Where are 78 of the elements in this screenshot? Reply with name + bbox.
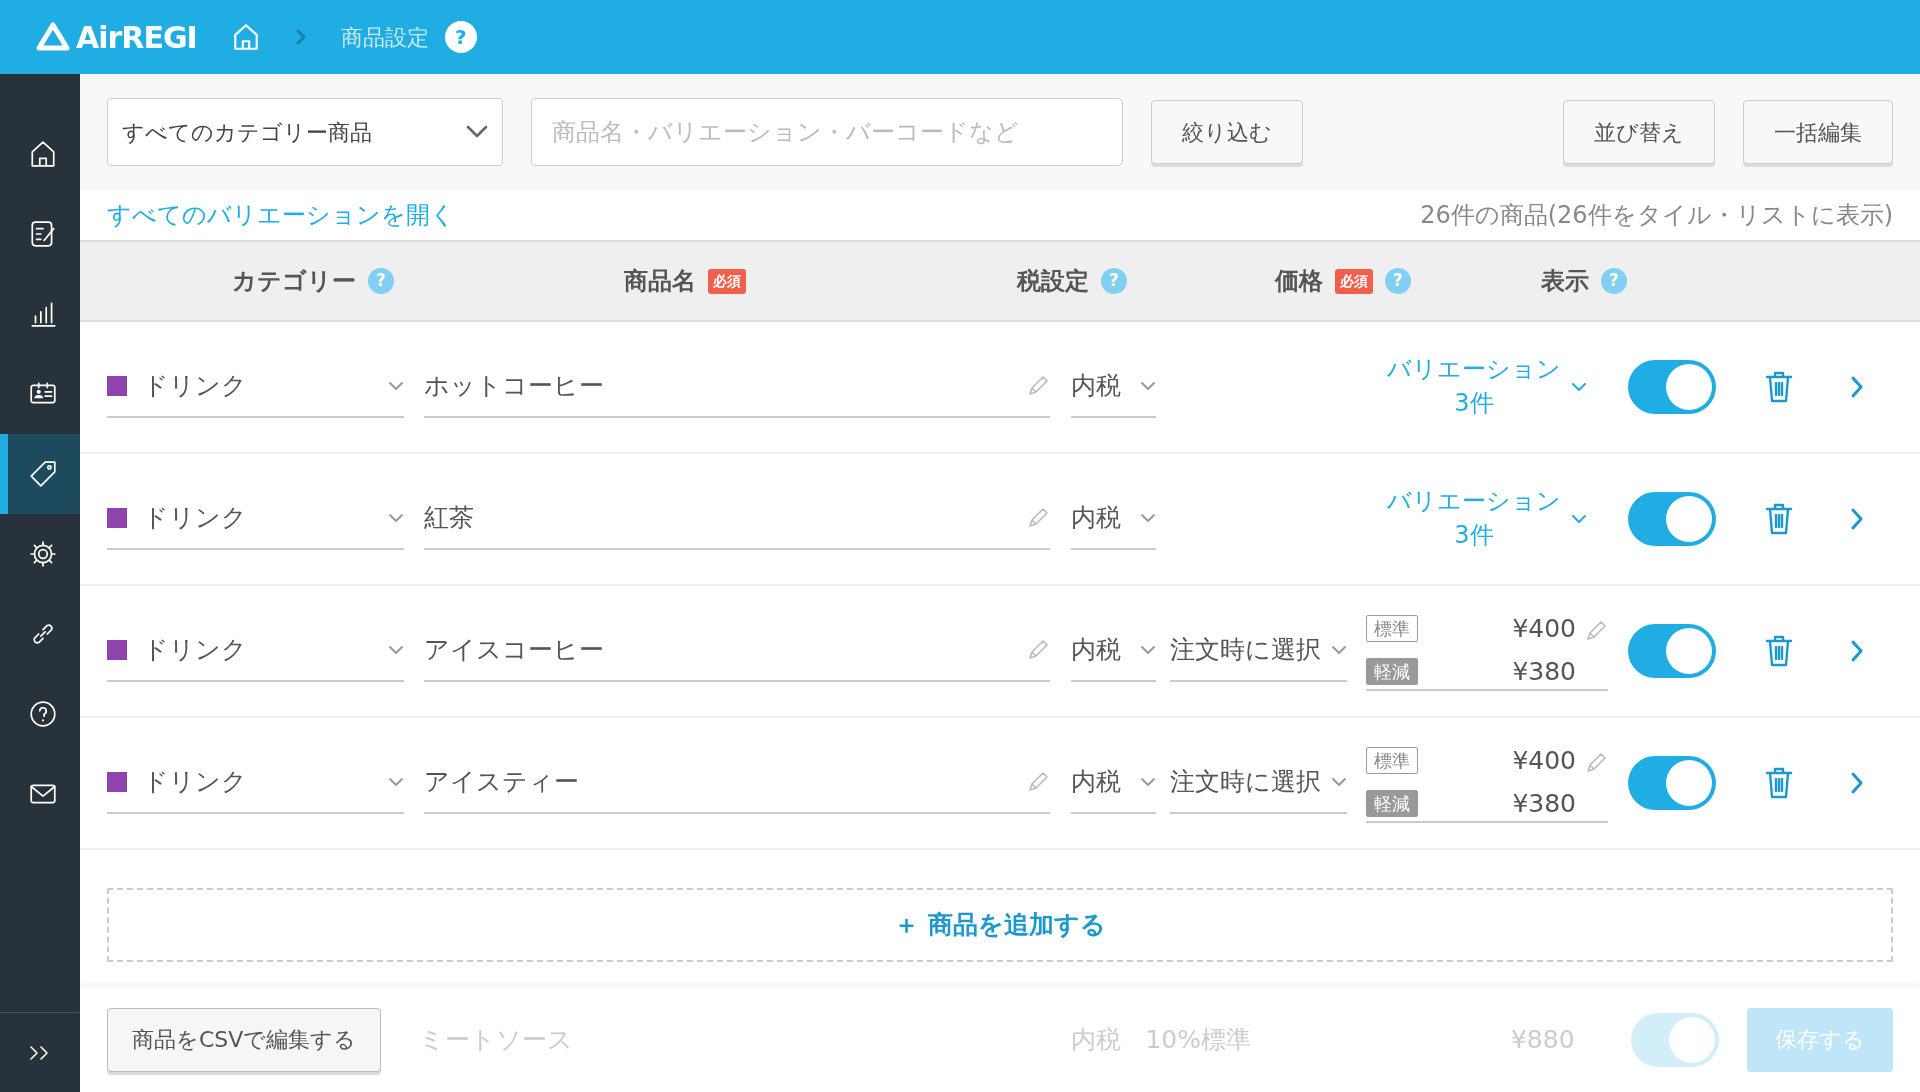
chevron-down-icon[interactable] — [1140, 513, 1156, 523]
chevron-down-icon[interactable] — [1140, 777, 1156, 787]
pencil-icon[interactable] — [1584, 619, 1608, 643]
chevron-right-icon[interactable] — [1850, 375, 1864, 399]
price-value[interactable]: ¥400 — [1428, 609, 1576, 647]
column-header: 税設定 — [1017, 266, 1089, 297]
breadcrumb-current: 商品設定 — [340, 23, 429, 52]
pencil-icon[interactable] — [1026, 506, 1050, 530]
column-header: 商品名 — [624, 266, 696, 297]
tax-badge: 標準 — [1366, 614, 1418, 642]
chevron-right-icon — [294, 28, 307, 46]
filter-button[interactable]: 絞り込む — [1151, 100, 1303, 164]
chevron-down-icon[interactable] — [1140, 645, 1156, 655]
sort-button[interactable]: 並び替え — [1563, 100, 1715, 164]
product-name[interactable]: ホットコーヒー — [424, 367, 604, 405]
tax-value[interactable]: 内税 — [1071, 367, 1121, 405]
csv-edit-button[interactable]: 商品をCSVで編集する — [107, 1007, 382, 1072]
price-value[interactable]: ¥400 — [1428, 741, 1576, 779]
column-header: 表示 — [1541, 266, 1589, 297]
category-select[interactable]: すべてのカテゴリー商品 — [107, 98, 503, 166]
column-header: 価格 — [1275, 266, 1323, 297]
toggle-switch[interactable] — [1628, 756, 1716, 810]
chevron-down-icon[interactable] — [1331, 645, 1347, 655]
toggle-switch[interactable] — [1628, 492, 1716, 546]
logo-triangle-icon — [36, 22, 70, 52]
gear-icon — [28, 539, 58, 569]
sidebar-item[interactable] — [0, 434, 80, 514]
category-value[interactable]: ドリンク — [143, 763, 247, 801]
chevron-right-icon[interactable] — [1850, 507, 1864, 531]
bulk-edit-button[interactable]: 一括編集 — [1743, 100, 1893, 164]
tax-badge: 軽減 — [1366, 658, 1418, 686]
chevron-down-icon[interactable] — [388, 645, 404, 655]
chevron-down-icon[interactable] — [1331, 777, 1347, 787]
chevron-right-icon[interactable] — [1850, 771, 1864, 795]
checklist-icon — [28, 219, 58, 249]
tax-value[interactable]: 内税 — [1071, 631, 1121, 669]
chevron-down-icon — [466, 125, 488, 139]
tag-icon — [28, 459, 58, 489]
trash-icon[interactable] — [1764, 766, 1794, 800]
help-icon — [28, 699, 58, 729]
chevron-right-icon[interactable] — [1850, 639, 1864, 663]
chevron-down-icon[interactable] — [1140, 381, 1156, 391]
tax-rate-value[interactable]: 注文時に選択 — [1170, 631, 1321, 669]
category-value[interactable]: ドリンク — [143, 631, 247, 669]
toggle-switch[interactable] — [1630, 1012, 1719, 1067]
category-value[interactable]: ドリンク — [143, 367, 247, 405]
chevron-down-icon[interactable] — [1571, 514, 1587, 524]
product-count: 26件の商品(26件をタイル・リストに表示) — [1420, 200, 1893, 231]
price-value[interactable]: ¥380 — [1428, 653, 1576, 691]
chevron-down-icon[interactable] — [388, 777, 404, 787]
toggle-switch[interactable] — [1628, 624, 1716, 678]
chevron-down-icon[interactable] — [388, 381, 404, 391]
tax-rate-value[interactable]: 注文時に選択 — [1170, 763, 1321, 801]
column-header: カテゴリー — [232, 266, 356, 297]
product-name[interactable]: アイスコーヒー — [424, 631, 604, 669]
home-icon — [28, 139, 58, 169]
price-value[interactable]: ¥380 — [1428, 785, 1576, 823]
app-logo: AirREGI — [76, 18, 197, 57]
search-field[interactable]: 商品名・バリエーション・バーコードなど — [531, 98, 1123, 166]
tax-value[interactable]: 内税 — [1071, 499, 1121, 537]
required-badge: 必須 — [1335, 268, 1373, 294]
required-badge: 必須 — [708, 268, 746, 294]
tax-badge: 標準 — [1366, 746, 1418, 774]
pencil-icon[interactable] — [1584, 751, 1608, 775]
tax-value[interactable]: 内税 — [1071, 763, 1121, 801]
product-name[interactable]: 紅茶 — [424, 499, 474, 537]
category-value[interactable]: ドリンク — [143, 499, 247, 537]
pencil-icon[interactable] — [1026, 770, 1050, 794]
trash-icon[interactable] — [1764, 370, 1794, 404]
chevron-down-icon[interactable] — [388, 513, 404, 523]
trash-icon[interactable] — [1764, 502, 1794, 536]
product-name[interactable]: アイスティー — [424, 763, 579, 801]
tax-badge: 軽減 — [1366, 790, 1418, 818]
toggle-switch[interactable] — [1628, 360, 1716, 414]
chevron-down-icon[interactable] — [1571, 382, 1587, 392]
pencil-icon[interactable] — [1026, 638, 1050, 662]
pencil-icon[interactable] — [1026, 374, 1050, 398]
trash-icon[interactable] — [1764, 634, 1794, 668]
